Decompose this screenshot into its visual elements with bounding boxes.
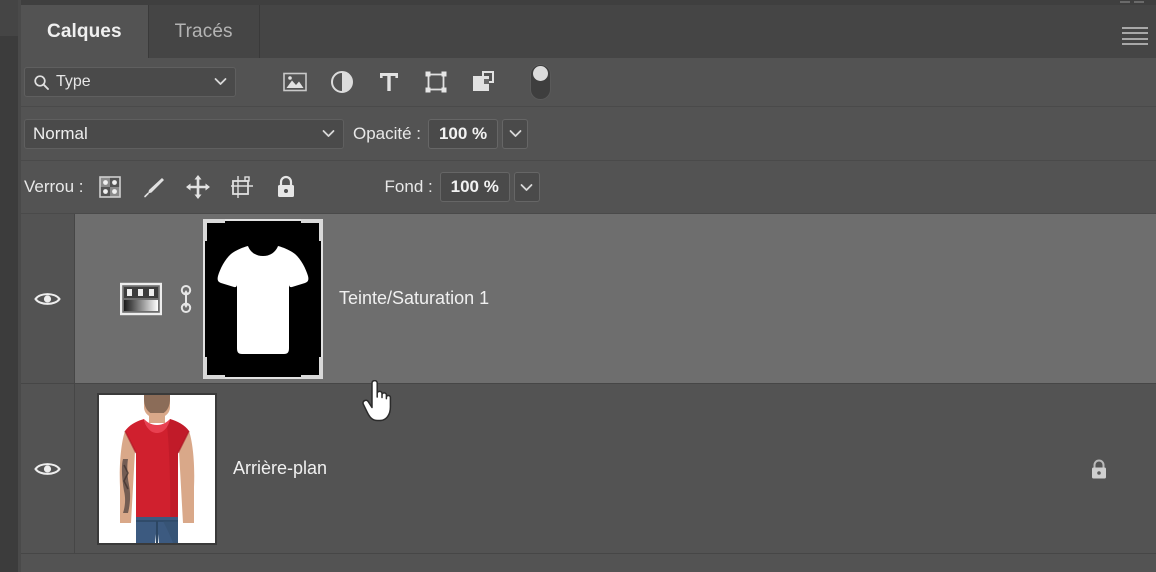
lock-image-pixels-icon[interactable]	[140, 173, 168, 201]
hamburger-menu-icon[interactable]	[1122, 27, 1148, 45]
tab-calques[interactable]: Calques	[21, 5, 149, 58]
adjustment-layers-filter-icon[interactable]	[329, 69, 355, 95]
layer-filter-row: Type	[21, 58, 1156, 106]
panel-body: Type Normal Opacité: 100 % Verrou: Fon…	[21, 58, 1156, 572]
opacity-input[interactable]: 100 %	[428, 118, 499, 149]
pixel-layers-filter-icon[interactable]	[282, 69, 308, 95]
fill-group: Fond : 100 %	[376, 172, 540, 202]
table-row[interactable]: Arrière-plan	[21, 384, 1156, 554]
layer-visibility-toggle[interactable]	[21, 384, 75, 553]
filter-enable-toggle[interactable]	[530, 64, 551, 100]
workspace-left-gutter-top	[0, 0, 18, 36]
eye-icon	[34, 292, 61, 305]
lock-position-icon[interactable]	[184, 173, 212, 201]
opacity-label: Opacité :	[353, 123, 422, 143]
selection-corner	[203, 218, 225, 241]
tab-traces[interactable]: Tracés	[149, 5, 260, 58]
hue-saturation-adjustment-icon[interactable]	[113, 281, 169, 317]
layer-name[interactable]: Arrière-plan	[233, 458, 327, 479]
layer-visibility-toggle[interactable]	[21, 214, 75, 383]
opacity-stepper[interactable]	[502, 118, 529, 149]
fill-input[interactable]: 100 %	[439, 172, 510, 202]
layer-name[interactable]: Teinte/Saturation 1	[339, 288, 489, 309]
link-mask-icon[interactable]	[169, 282, 203, 316]
type-layers-filter-icon[interactable]	[376, 69, 402, 95]
shape-layers-filter-icon[interactable]	[423, 69, 449, 95]
eye-icon	[34, 462, 61, 475]
smart-object-filter-icon[interactable]	[470, 69, 496, 95]
tshirt-mask-shape	[217, 245, 309, 354]
selection-corner	[301, 218, 323, 241]
layer-list: Teinte/Saturation 1 Arrière-plan	[21, 214, 1156, 554]
lock-icons-group	[96, 173, 300, 201]
tab-traces-label: Tracés	[174, 20, 233, 42]
blend-mode-value: Normal	[33, 123, 88, 143]
tabbar-empty-area	[260, 5, 1156, 58]
blend-mode-dropdown[interactable]: Normal	[24, 118, 344, 149]
lock-all-icon[interactable]	[272, 173, 300, 201]
chevron-down-icon	[214, 73, 227, 91]
filter-type-label: Type	[56, 73, 91, 90]
tab-calques-label: Calques	[47, 20, 122, 42]
selection-corner	[203, 356, 225, 379]
panel-tabbar: Calques Tracés	[21, 5, 1156, 58]
layer-mask-thumbnail[interactable]	[203, 218, 323, 379]
lock-transparent-pixels-icon[interactable]	[96, 173, 124, 201]
blend-mode-row: Normal Opacité : 100 %	[21, 107, 1156, 160]
filter-type-dropdown[interactable]: Type	[24, 67, 236, 97]
selection-corner	[301, 356, 323, 379]
lock-row: Verrou : Fond: 100 %	[21, 161, 1156, 213]
table-row[interactable]: Teinte/Saturation 1	[21, 214, 1156, 384]
lock-icon	[1086, 456, 1112, 482]
workspace-left-gutter	[0, 0, 18, 572]
lock-artboard-nesting-icon[interactable]	[228, 173, 256, 201]
background-image-thumbnail[interactable]	[97, 392, 217, 545]
panel-collapse-dots-icon[interactable]	[1120, 0, 1148, 4]
chevron-down-icon	[322, 125, 335, 143]
search-icon	[33, 74, 50, 91]
fill-stepper[interactable]	[513, 172, 540, 202]
fill-label: Fond :	[384, 177, 433, 196]
lock-label: Verrou :	[24, 177, 84, 196]
filter-kind-icons	[282, 69, 496, 95]
toggle-knob	[533, 66, 548, 81]
layers-panel: Calques Tracés Type Normal Opacité: 100…	[0, 0, 1156, 572]
